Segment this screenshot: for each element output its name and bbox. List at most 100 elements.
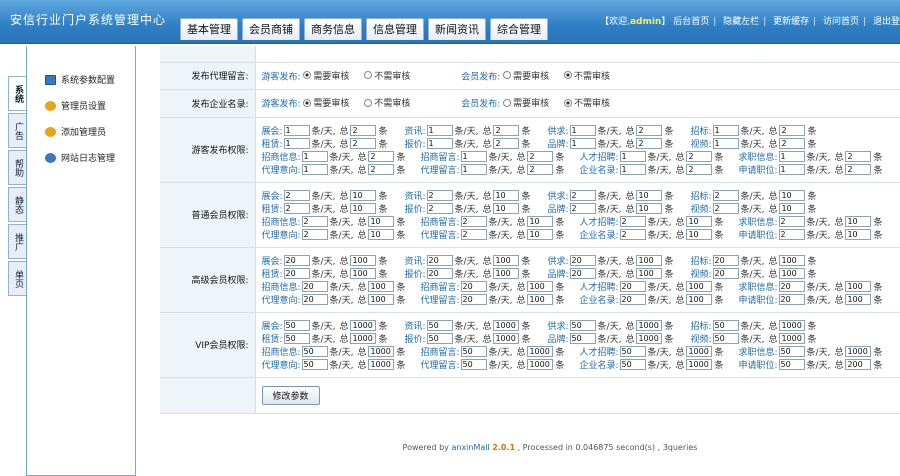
total-limit-input[interactable]: 2	[779, 137, 806, 149]
radio-guest-no-audit[interactable]: 不需审核	[364, 69, 410, 82]
daily-limit-input[interactable]: 2	[569, 202, 596, 214]
total-limit-input[interactable]: 200	[845, 358, 872, 370]
daily-limit-input[interactable]: 20	[778, 293, 805, 305]
daily-limit-input[interactable]: 50	[712, 319, 739, 331]
total-limit-input[interactable]: 2	[636, 124, 663, 136]
daily-limit-input[interactable]: 20	[569, 254, 596, 266]
daily-limit-input[interactable]: 20	[460, 293, 487, 305]
daily-limit-input[interactable]: 50	[619, 345, 646, 357]
daily-limit-input[interactable]: 1	[283, 124, 310, 136]
daily-limit-input[interactable]: 1	[426, 137, 453, 149]
daily-limit-input[interactable]: 2	[619, 228, 646, 240]
total-limit-input[interactable]: 2	[779, 124, 806, 136]
total-limit-input[interactable]: 1000	[350, 332, 377, 344]
total-limit-input[interactable]: 100	[779, 254, 806, 266]
tab-general[interactable]: 综合管理	[490, 18, 548, 40]
daily-limit-input[interactable]: 2	[569, 189, 596, 201]
daily-limit-input[interactable]: 1	[712, 124, 739, 136]
side-tab-help[interactable]: 帮助	[8, 150, 27, 185]
daily-limit-input[interactable]: 50	[778, 358, 805, 370]
daily-limit-input[interactable]: 50	[283, 319, 310, 331]
daily-limit-input[interactable]: 2	[426, 202, 453, 214]
total-limit-input[interactable]: 1000	[350, 319, 377, 331]
menu-site-log[interactable]: 网站日志管理	[45, 151, 115, 164]
total-limit-input[interactable]: 100	[527, 280, 554, 292]
daily-limit-input[interactable]: 1	[426, 124, 453, 136]
link-admin-home[interactable]: 后台首页	[673, 17, 709, 27]
submit-button[interactable]: 修改参数	[261, 385, 320, 405]
total-limit-input[interactable]: 1000	[527, 358, 554, 370]
total-limit-input[interactable]: 1000	[493, 332, 520, 344]
radio-member-need-audit[interactable]: 需要审核	[503, 96, 549, 109]
total-limit-input[interactable]: 10	[350, 202, 377, 214]
daily-limit-input[interactable]: 20	[426, 267, 453, 279]
daily-limit-input[interactable]: 20	[619, 293, 646, 305]
total-limit-input[interactable]: 100	[636, 254, 663, 266]
total-limit-input[interactable]: 10	[493, 189, 520, 201]
radio-guest-need-audit[interactable]: 需要审核	[303, 96, 349, 109]
daily-limit-input[interactable]: 50	[426, 319, 453, 331]
total-limit-input[interactable]: 10	[636, 189, 663, 201]
total-limit-input[interactable]: 10	[845, 228, 872, 240]
radio-member-no-audit[interactable]: 不需审核	[564, 96, 610, 109]
daily-limit-input[interactable]: 20	[778, 280, 805, 292]
total-limit-input[interactable]: 2	[527, 163, 554, 175]
side-tab-page[interactable]: 单页	[8, 261, 27, 296]
link-update-cache[interactable]: 更新缓存	[773, 17, 809, 27]
total-limit-input[interactable]: 2	[493, 137, 520, 149]
total-limit-input[interactable]: 1000	[686, 345, 713, 357]
daily-limit-input[interactable]: 2	[778, 228, 805, 240]
total-limit-input[interactable]: 10	[636, 202, 663, 214]
daily-limit-input[interactable]: 2	[712, 189, 739, 201]
total-limit-input[interactable]: 10	[493, 202, 520, 214]
daily-limit-input[interactable]: 1	[283, 137, 310, 149]
tab-basic[interactable]: 基本管理	[180, 18, 238, 40]
total-limit-input[interactable]: 1000	[779, 319, 806, 331]
tab-info[interactable]: 信息管理	[366, 18, 424, 40]
total-limit-input[interactable]: 1000	[493, 319, 520, 331]
side-tab-ads[interactable]: 广告	[8, 113, 27, 148]
total-limit-input[interactable]: 2	[686, 163, 713, 175]
total-limit-input[interactable]: 2	[493, 124, 520, 136]
daily-limit-input[interactable]: 1	[712, 137, 739, 149]
daily-limit-input[interactable]: 1	[619, 150, 646, 162]
total-limit-input[interactable]: 10	[368, 228, 395, 240]
total-limit-input[interactable]: 100	[368, 280, 395, 292]
menu-admin-settings[interactable]: 管理员设置	[45, 99, 106, 112]
link-visit-home[interactable]: 访问首页	[823, 17, 859, 27]
total-limit-input[interactable]: 1000	[636, 319, 663, 331]
daily-limit-input[interactable]: 1	[460, 150, 487, 162]
total-limit-input[interactable]: 2	[368, 163, 395, 175]
total-limit-input[interactable]: 100	[350, 267, 377, 279]
daily-limit-input[interactable]: 50	[569, 319, 596, 331]
total-limit-input[interactable]: 1000	[368, 345, 395, 357]
total-limit-input[interactable]: 1000	[636, 332, 663, 344]
daily-limit-input[interactable]: 20	[712, 254, 739, 266]
total-limit-input[interactable]: 1000	[527, 345, 554, 357]
daily-limit-input[interactable]: 20	[460, 280, 487, 292]
total-limit-input[interactable]: 100	[845, 280, 872, 292]
daily-limit-input[interactable]: 50	[460, 345, 487, 357]
daily-limit-input[interactable]: 50	[426, 332, 453, 344]
total-limit-input[interactable]: 10	[686, 215, 713, 227]
daily-limit-input[interactable]: 1	[460, 163, 487, 175]
daily-limit-input[interactable]: 2	[712, 202, 739, 214]
daily-limit-input[interactable]: 50	[283, 332, 310, 344]
daily-limit-input[interactable]: 20	[283, 267, 310, 279]
total-limit-input[interactable]: 2	[636, 137, 663, 149]
daily-limit-input[interactable]: 50	[712, 332, 739, 344]
daily-limit-input[interactable]: 1	[569, 137, 596, 149]
daily-limit-input[interactable]: 1	[778, 150, 805, 162]
daily-limit-input[interactable]: 50	[301, 345, 328, 357]
daily-limit-input[interactable]: 20	[283, 254, 310, 266]
total-limit-input[interactable]: 2	[527, 150, 554, 162]
daily-limit-input[interactable]: 20	[301, 280, 328, 292]
total-limit-input[interactable]: 10	[686, 228, 713, 240]
total-limit-input[interactable]: 100	[686, 280, 713, 292]
total-limit-input[interactable]: 10	[527, 228, 554, 240]
total-limit-input[interactable]: 100	[527, 293, 554, 305]
radio-member-need-audit[interactable]: 需要审核	[503, 69, 549, 82]
side-tab-static[interactable]: 静态	[8, 187, 27, 222]
total-limit-input[interactable]: 2	[845, 163, 872, 175]
total-limit-input[interactable]: 10	[845, 215, 872, 227]
